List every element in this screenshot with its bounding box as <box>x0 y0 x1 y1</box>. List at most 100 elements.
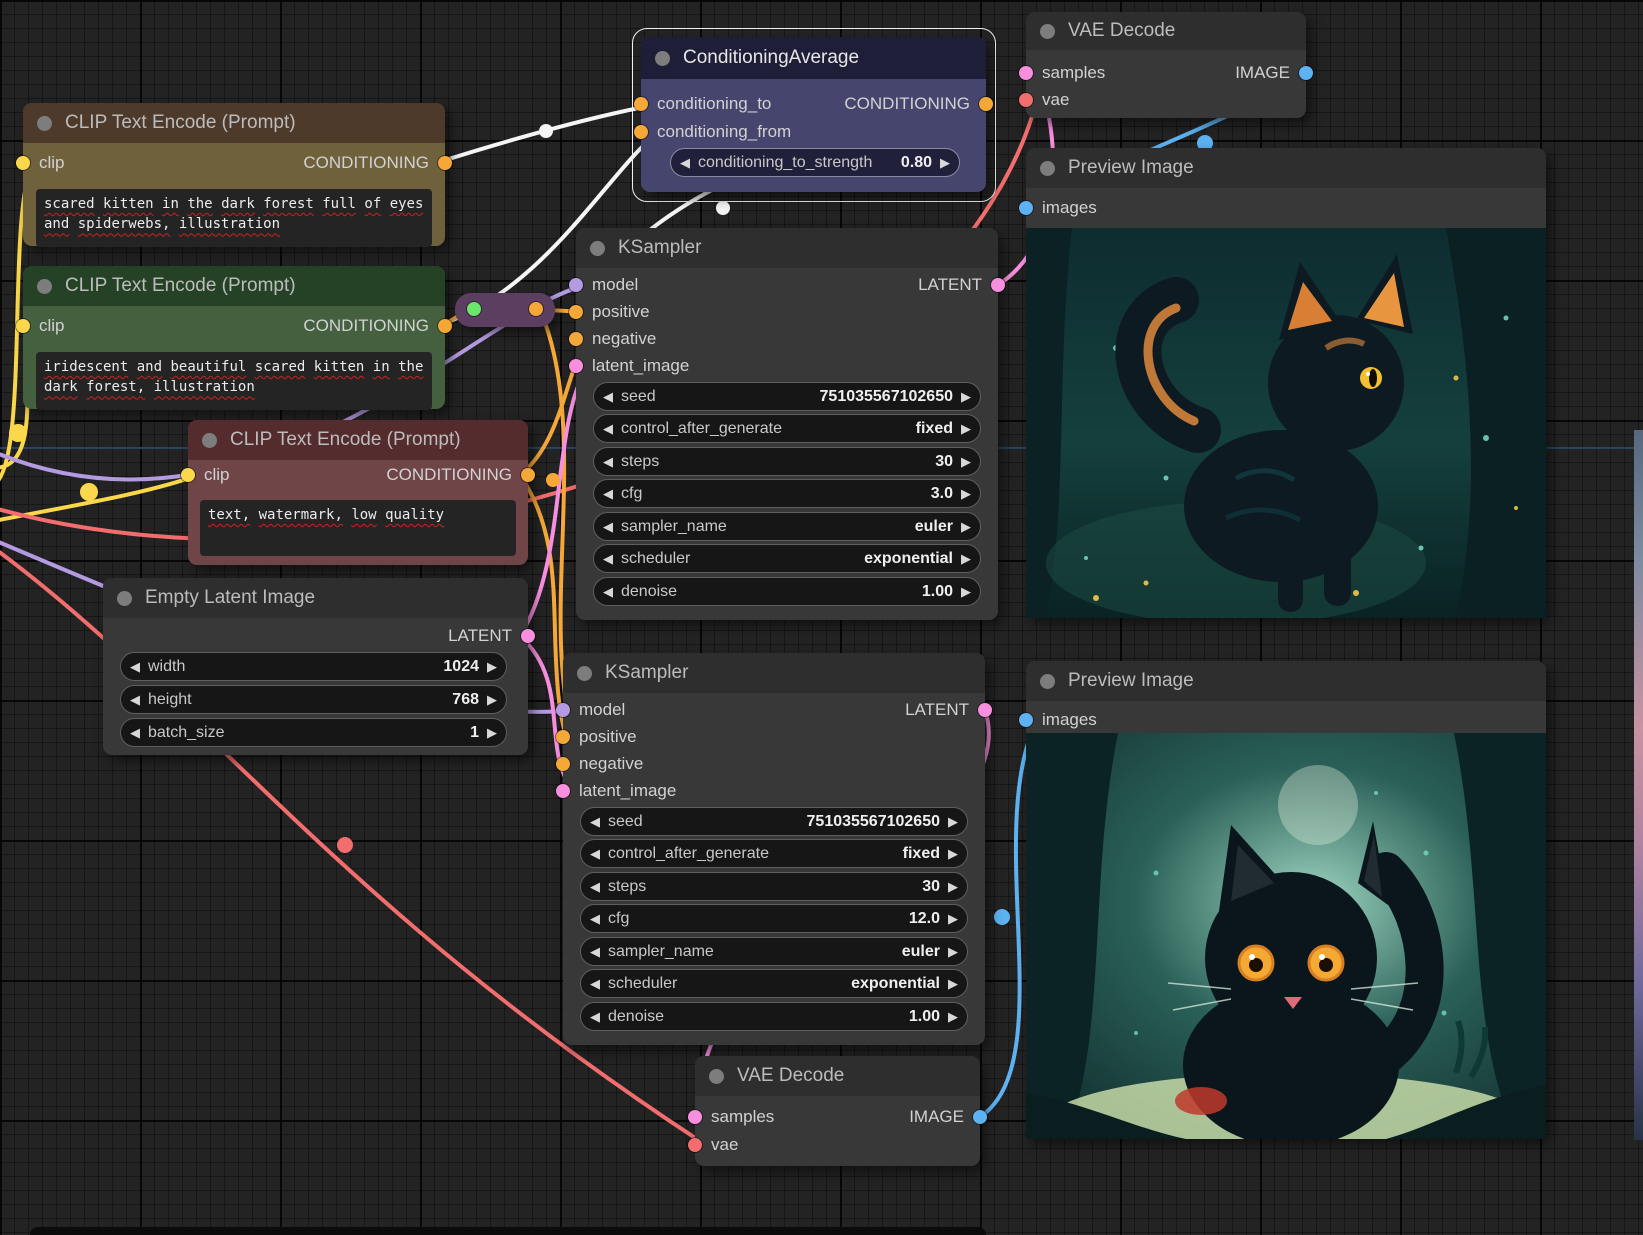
comfyui-node-graph-canvas[interactable]: { "app": {"name_hint": "node graph edito… <box>0 0 1643 1235</box>
node-titlebar[interactable]: ConditioningAverage <box>641 37 986 79</box>
latent-socket[interactable] <box>569 359 583 373</box>
node-titlebar[interactable]: KSampler <box>563 653 985 693</box>
input-slot-images[interactable]: images <box>1019 713 1097 727</box>
conditioning-socket[interactable] <box>556 757 570 771</box>
increment-arrow-icon[interactable]: ▶ <box>961 455 971 468</box>
denoise-widget[interactable]: ◀ denoise 1.00 ▶ <box>580 1002 968 1031</box>
collapse-dot-icon[interactable] <box>37 279 52 294</box>
increment-arrow-icon[interactable]: ▶ <box>961 552 971 565</box>
input-slot-clip[interactable]: clip <box>181 468 230 482</box>
increment-arrow-icon[interactable]: ▶ <box>487 726 497 739</box>
input-slot-samples[interactable]: samples <box>1019 66 1105 80</box>
increment-arrow-icon[interactable]: ▶ <box>948 880 958 893</box>
image-socket[interactable] <box>1019 201 1033 215</box>
node-ksampler-1[interactable]: KSampler model positive negative latent_… <box>576 228 998 620</box>
decrement-arrow-icon[interactable]: ◀ <box>130 693 140 706</box>
height-widget[interactable]: ◀ height 768 ▶ <box>120 685 507 714</box>
node-titlebar[interactable]: CLIP Text Encode (Prompt) <box>23 103 445 143</box>
reroute-output-socket[interactable] <box>529 302 543 316</box>
conditioning-socket[interactable] <box>438 319 452 333</box>
seed-widget[interactable]: ◀ seed 751035567102650 ▶ <box>593 382 981 411</box>
collapse-dot-icon[interactable] <box>1040 161 1055 176</box>
input-slot-negative[interactable]: negative <box>569 332 656 346</box>
increment-arrow-icon[interactable]: ▶ <box>487 693 497 706</box>
image-socket[interactable] <box>1019 713 1033 727</box>
output-slot-image[interactable]: IMAGE <box>909 1110 987 1124</box>
increment-arrow-icon[interactable]: ▶ <box>940 156 950 169</box>
node-vae-decode-2[interactable]: VAE Decode samples vae IMAGE <box>695 1056 980 1166</box>
output-slot-latent[interactable]: LATENT <box>448 629 535 643</box>
vae-socket[interactable] <box>688 1138 702 1152</box>
output-slot-conditioning[interactable]: CONDITIONING <box>386 468 535 482</box>
increment-arrow-icon[interactable]: ▶ <box>948 977 958 990</box>
node-titlebar[interactable]: VAE Decode <box>695 1056 980 1096</box>
node-clip-text-encode-negative[interactable]: CLIP Text Encode (Prompt) clip CONDITION… <box>188 420 528 565</box>
input-slot-samples[interactable]: samples <box>688 1110 774 1124</box>
increment-arrow-icon[interactable]: ▶ <box>487 660 497 673</box>
latent-socket[interactable] <box>1019 66 1033 80</box>
node-conditioning-average[interactable]: ConditioningAverage conditioning_to cond… <box>641 37 986 192</box>
collapse-dot-icon[interactable] <box>202 433 217 448</box>
collapse-dot-icon[interactable] <box>37 116 52 131</box>
seed-widget[interactable]: ◀ seed 751035567102650 ▶ <box>580 807 968 836</box>
decrement-arrow-icon[interactable]: ◀ <box>680 156 690 169</box>
scheduler-widget[interactable]: ◀ scheduler exponential ▶ <box>593 544 981 573</box>
decrement-arrow-icon[interactable]: ◀ <box>603 455 613 468</box>
prompt-textarea[interactable]: text, watermark, low quality <box>200 500 516 556</box>
increment-arrow-icon[interactable]: ▶ <box>948 1010 958 1023</box>
increment-arrow-icon[interactable]: ▶ <box>948 912 958 925</box>
increment-arrow-icon[interactable]: ▶ <box>961 422 971 435</box>
increment-arrow-icon[interactable]: ▶ <box>948 847 958 860</box>
reroute-node[interactable] <box>455 293 555 327</box>
input-slot-positive[interactable]: positive <box>569 305 650 319</box>
input-slot-positive[interactable]: positive <box>556 730 637 744</box>
latent-socket[interactable] <box>978 703 992 717</box>
decrement-arrow-icon[interactable]: ◀ <box>130 726 140 739</box>
decrement-arrow-icon[interactable]: ◀ <box>603 390 613 403</box>
decrement-arrow-icon[interactable]: ◀ <box>603 520 613 533</box>
conditioning-socket[interactable] <box>521 468 535 482</box>
node-vae-decode-1[interactable]: VAE Decode samples vae IMAGE <box>1026 12 1306 118</box>
collapse-dot-icon[interactable] <box>709 1069 724 1084</box>
control-after-generate-widget[interactable]: ◀ control_after_generate fixed ▶ <box>580 839 968 868</box>
input-slot-conditioning-to[interactable]: conditioning_to <box>634 97 771 111</box>
node-ksampler-2[interactable]: KSampler model positive negative latent_… <box>563 653 985 1045</box>
latent-socket[interactable] <box>556 784 570 798</box>
input-slot-latent-image[interactable]: latent_image <box>569 359 689 373</box>
input-slot-negative[interactable]: negative <box>556 757 643 771</box>
denoise-widget[interactable]: ◀ denoise 1.00 ▶ <box>593 577 981 606</box>
decrement-arrow-icon[interactable]: ◀ <box>590 1010 600 1023</box>
collapse-dot-icon[interactable] <box>590 241 605 256</box>
node-titlebar[interactable]: KSampler <box>576 228 998 268</box>
increment-arrow-icon[interactable]: ▶ <box>961 585 971 598</box>
clip-socket[interactable] <box>181 468 195 482</box>
increment-arrow-icon[interactable]: ▶ <box>961 520 971 533</box>
reroute-input-socket[interactable] <box>467 302 481 316</box>
decrement-arrow-icon[interactable]: ◀ <box>603 585 613 598</box>
input-slot-latent-image[interactable]: latent_image <box>556 784 676 798</box>
conditioning-socket[interactable] <box>569 305 583 319</box>
input-slot-clip[interactable]: clip <box>16 319 65 333</box>
increment-arrow-icon[interactable]: ▶ <box>961 487 971 500</box>
prompt-textarea[interactable]: scared kitten in the dark forest full of… <box>36 189 432 247</box>
decrement-arrow-icon[interactable]: ◀ <box>590 847 600 860</box>
conditioning-socket[interactable] <box>438 156 452 170</box>
conditioning-socket[interactable] <box>634 125 648 139</box>
node-titlebar[interactable]: CLIP Text Encode (Prompt) <box>23 266 445 306</box>
increment-arrow-icon[interactable]: ▶ <box>948 945 958 958</box>
width-widget[interactable]: ◀ width 1024 ▶ <box>120 652 507 681</box>
collapse-dot-icon[interactable] <box>655 51 670 66</box>
latent-socket[interactable] <box>991 278 1005 292</box>
input-slot-vae[interactable]: vae <box>688 1138 738 1152</box>
output-slot-latent[interactable]: LATENT <box>918 278 1005 292</box>
input-slot-images[interactable]: images <box>1019 201 1097 215</box>
node-titlebar[interactable]: Preview Image <box>1026 661 1546 701</box>
model-socket[interactable] <box>569 278 583 292</box>
decrement-arrow-icon[interactable]: ◀ <box>590 880 600 893</box>
collapse-dot-icon[interactable] <box>117 591 132 606</box>
control-after-generate-widget[interactable]: ◀ control_after_generate fixed ▶ <box>593 414 981 443</box>
cfg-widget[interactable]: ◀ cfg 3.0 ▶ <box>593 479 981 508</box>
output-slot-conditioning[interactable]: CONDITIONING <box>844 97 993 111</box>
decrement-arrow-icon[interactable]: ◀ <box>603 487 613 500</box>
sampler-name-widget[interactable]: ◀ sampler_name euler ▶ <box>593 512 981 541</box>
